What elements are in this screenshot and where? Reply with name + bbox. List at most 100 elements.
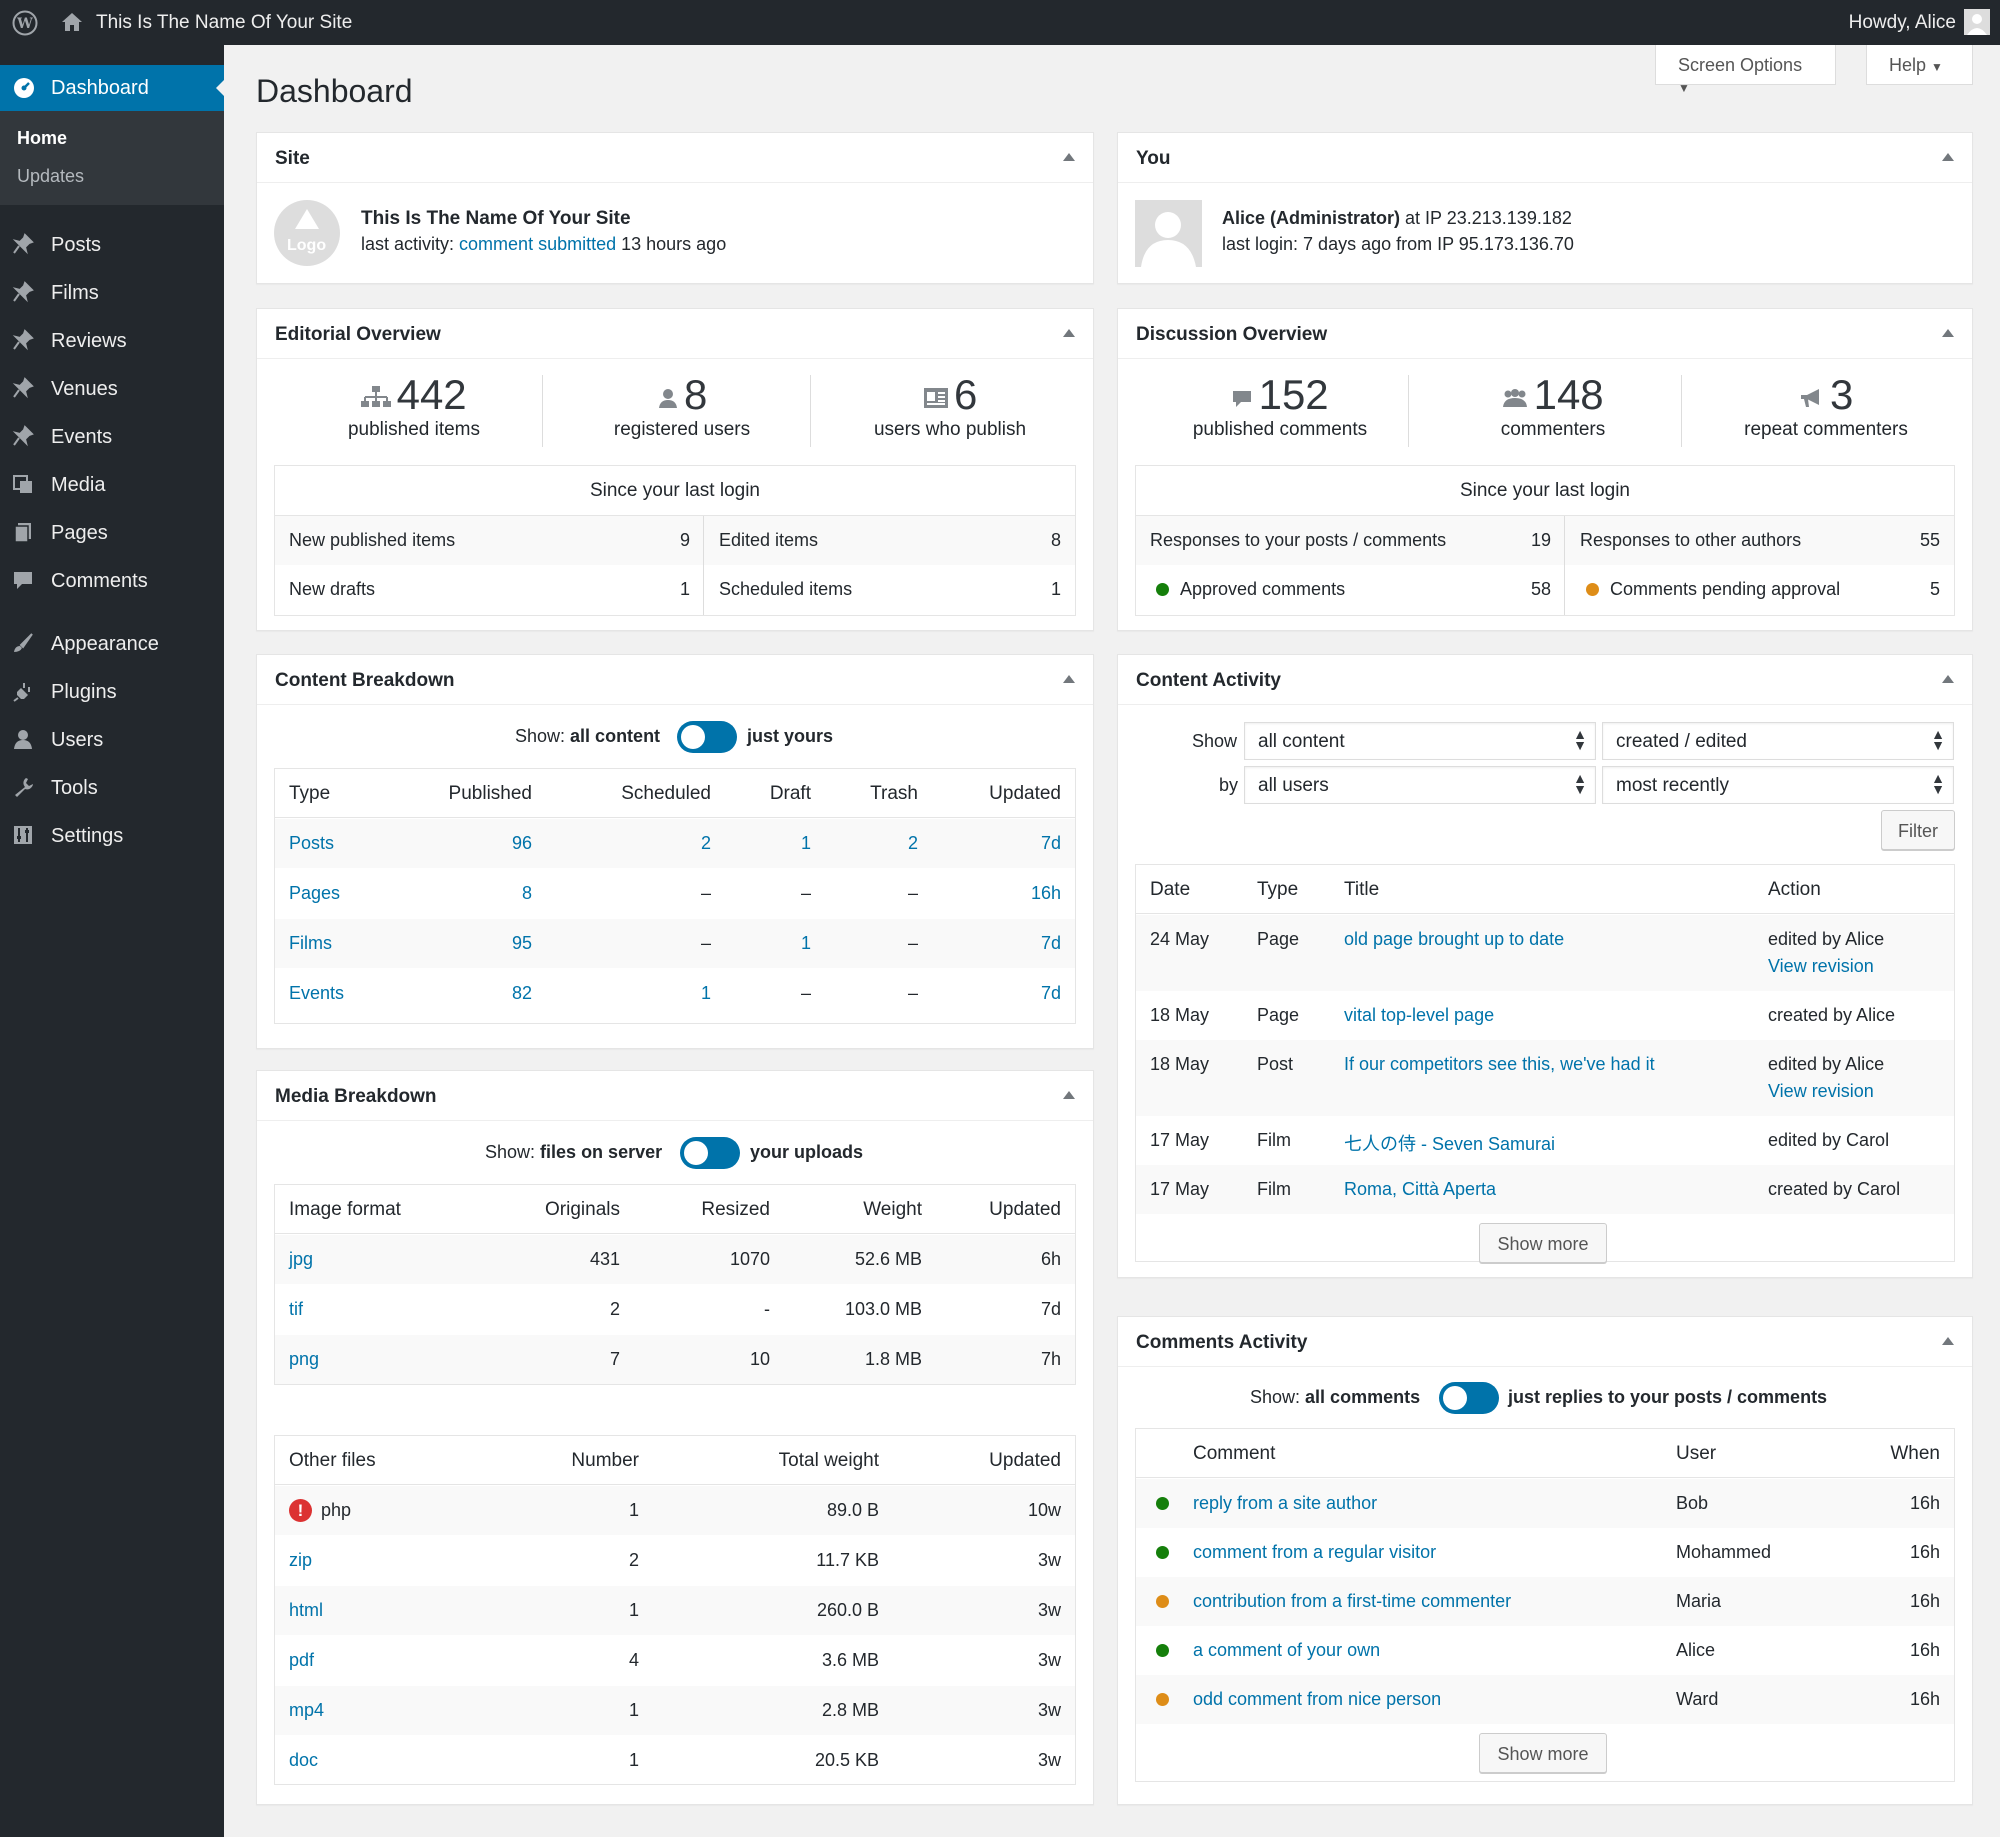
- home-icon[interactable]: [60, 10, 84, 40]
- collapse-toggle-icon[interactable]: [1063, 153, 1075, 161]
- sidebar-item-media[interactable]: Media: [0, 465, 224, 505]
- comment-bubble-icon: [12, 569, 36, 593]
- megaphone-icon: [1800, 389, 1819, 407]
- image-format-table: Image format Originals Resized Weight Up…: [274, 1184, 1076, 1385]
- sidebar-item-pages[interactable]: Pages: [0, 513, 224, 553]
- pin-icon: [12, 281, 36, 305]
- box-title: Editorial Overview: [275, 324, 441, 345]
- logo-triangle-icon: [295, 209, 319, 229]
- site-name: This Is The Name Of Your Site: [361, 208, 631, 229]
- collapse-toggle-icon[interactable]: [1942, 1337, 1954, 1345]
- plug-icon: [12, 680, 36, 704]
- filter-button[interactable]: Filter: [1881, 810, 1955, 850]
- content-scope-toggle[interactable]: [677, 721, 737, 753]
- collapse-toggle-icon[interactable]: [1063, 1091, 1075, 1099]
- media-scope-toggle[interactable]: [680, 1137, 740, 1169]
- show-filter-label: Show: all content: [515, 726, 661, 746]
- caret-down-icon: ▼: [1678, 81, 1690, 95]
- collapse-toggle-icon[interactable]: [1942, 153, 1954, 161]
- collapse-toggle-icon[interactable]: [1942, 675, 1954, 683]
- table-row: New published items 9 Edited items 8: [275, 516, 1075, 565]
- current-menu-arrow: [216, 79, 225, 97]
- stat-published-comments: 152 published comments: [1192, 371, 1368, 440]
- sidebar-item-appearance[interactable]: Appearance: [0, 624, 224, 664]
- table-header: Image format Originals Resized Weight Up…: [275, 1185, 1075, 1234]
- show-filter-label: Show: files on server: [485, 1142, 663, 1162]
- sidebar-item-events[interactable]: Events: [0, 417, 224, 457]
- show-more-button[interactable]: Show more: [1479, 1223, 1607, 1263]
- sidebar-item-dashboard[interactable]: Dashboard: [0, 65, 225, 111]
- collapse-toggle-icon[interactable]: [1063, 329, 1075, 337]
- collapse-toggle-icon[interactable]: [1942, 329, 1954, 337]
- table-header: Comment User When: [1136, 1429, 1954, 1478]
- order-select[interactable]: most recently ▲ ▼: [1602, 766, 1954, 804]
- media-breakdown-box: Media Breakdown Show: files on server yo…: [256, 1070, 1094, 1805]
- status-approved-icon: [1156, 1546, 1169, 1559]
- wordpress-logo-icon[interactable]: W: [12, 10, 38, 42]
- content-type-select[interactable]: all content ▲ ▼: [1244, 722, 1596, 760]
- collapse-toggle-icon[interactable]: [1063, 675, 1075, 683]
- user-select[interactable]: all users ▲ ▼: [1244, 766, 1596, 804]
- table-row: mp4 1 2.8 MB 3w: [275, 1686, 1075, 1735]
- table-header: Other files Number Total weight Updated: [275, 1436, 1075, 1485]
- user-avatar-icon[interactable]: [1964, 9, 1990, 35]
- table-row: tif 2 - 103.0 MB 7d: [289, 1299, 1061, 1319]
- table-row: contribution from a first-time commenter…: [1136, 1577, 1954, 1626]
- pin-icon: [12, 425, 36, 449]
- table-row: Posts 96 2 1 2 7d: [275, 819, 1075, 868]
- submenu-updates[interactable]: Updates: [17, 166, 84, 187]
- box-title: You: [1136, 148, 1171, 169]
- show-more-button[interactable]: Show more: [1479, 1733, 1607, 1773]
- since-login-table: Since your last login Responses to your …: [1135, 465, 1955, 616]
- table-row: doc 1 20.5 KB 3w: [289, 1750, 1061, 1770]
- screen-options-button[interactable]: Screen Options ▼: [1655, 45, 1836, 95]
- sidebar-item-plugins[interactable]: Plugins: [0, 672, 224, 712]
- comments-scope-toggle[interactable]: [1439, 1382, 1499, 1414]
- submenu-home[interactable]: Home: [17, 128, 67, 149]
- comment-submitted-link[interactable]: comment submitted: [459, 234, 616, 254]
- error-icon: !: [289, 1499, 312, 1522]
- sidebar-item-films[interactable]: Films: [0, 273, 224, 313]
- sidebar-item-tools[interactable]: Tools: [0, 768, 224, 808]
- help-button[interactable]: Help ▼: [1866, 45, 1973, 85]
- dashboard-gauge-icon: [13, 77, 35, 105]
- admin-bar-site-name[interactable]: This Is The Name Of Your Site: [96, 12, 352, 34]
- view-revision-link[interactable]: View revision: [1768, 956, 1874, 977]
- action-type-select[interactable]: created / edited ▲ ▼: [1602, 722, 1954, 760]
- table-row: reply from a site author Bob 16h: [1136, 1479, 1954, 1528]
- status-pending-icon: [1156, 1693, 1169, 1706]
- select-arrows-icon: ▲ ▼: [1573, 726, 1587, 753]
- sidebar-item-reviews[interactable]: Reviews: [0, 321, 224, 361]
- sidebar-item-posts[interactable]: Posts: [0, 225, 224, 265]
- table-header: Type Published Scheduled Draft Trash Upd…: [275, 769, 1075, 818]
- page-title: Dashboard: [256, 73, 413, 109]
- table-row: 18 May Post If our competitors see this,…: [1136, 1040, 1954, 1116]
- show-filter-alt: your uploads: [750, 1142, 864, 1162]
- sidebar-item-venues[interactable]: Venues: [0, 369, 224, 409]
- discussion-overview-box: Discussion Overview 152 published comment…: [1117, 308, 1973, 631]
- select-arrows-icon: ▲ ▼: [1573, 770, 1587, 797]
- show-label: Show: [1192, 731, 1238, 751]
- select-arrows-icon: ▲ ▼: [1931, 770, 1945, 797]
- sidebar-item-settings[interactable]: Settings: [0, 816, 224, 856]
- pin-icon: [12, 377, 36, 401]
- user-ip: Alice (Administrator) at IP 23.213.139.1…: [1222, 208, 1572, 228]
- sidebar-item-users[interactable]: Users: [0, 720, 224, 760]
- content-table: Type Published Scheduled Draft Trash Upd…: [274, 768, 1076, 1024]
- table-row: html 1 260.0 B 3w: [275, 1586, 1075, 1635]
- comment-bubble-icon: [1233, 391, 1252, 407]
- table-row: ! php 1 89.0 B 10w: [275, 1486, 1075, 1535]
- pages-icon: [12, 521, 36, 545]
- view-revision-link[interactable]: View revision: [1768, 1081, 1874, 1102]
- stat-repeat-commenters: 3 repeat commenters: [1744, 371, 1908, 440]
- sidebar-item-comments[interactable]: Comments: [0, 561, 224, 601]
- pin-icon: [12, 329, 36, 353]
- table-row: Films 95 – 1 – 7d: [275, 919, 1075, 968]
- table-row: Responses to your posts / comments 19 Re…: [1136, 516, 1954, 565]
- status-approved-icon: [1156, 1497, 1169, 1510]
- other-files-table: Other files Number Total weight Updated …: [274, 1435, 1076, 1785]
- howdy-user[interactable]: Howdy, Alice: [1849, 12, 1956, 34]
- table-row: pdf 4 3.6 MB 3w: [289, 1650, 1061, 1670]
- select-arrows-icon: ▲ ▼: [1931, 726, 1945, 753]
- table-row: comment from a regular visitor Mohammed …: [1136, 1528, 1954, 1577]
